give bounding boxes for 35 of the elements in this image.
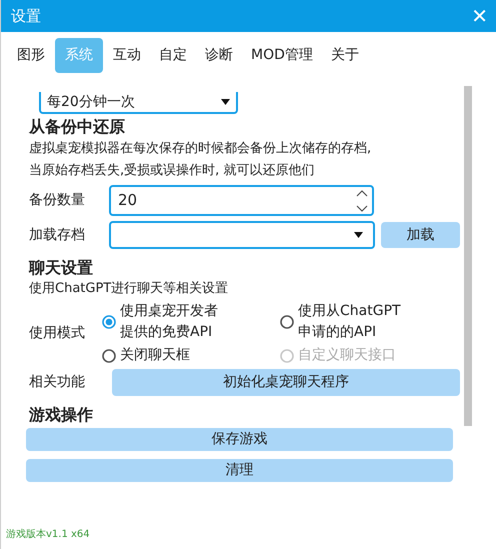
field-label: 相关功能 [29, 373, 86, 392]
caret-icon [221, 99, 230, 105]
game-button[interactable]: 保存游戏 [26, 428, 453, 451]
radio-label: 自定义聊天接口 [298, 346, 396, 365]
scrollbar[interactable] [464, 86, 472, 426]
radio-label: 使用从ChatGPT申请的的API [298, 302, 402, 342]
section-heading: 游戏操作 [29, 404, 94, 426]
tab[interactable]: 关于 [322, 38, 367, 72]
radio-button[interactable] [102, 348, 116, 362]
spinner-icon[interactable] [356, 188, 368, 212]
tab[interactable]: 互动 [105, 38, 149, 72]
section-description: 虚拟桌宠模拟器在每次保存的时候都会备份上次储存的存档, 当原始存档丢失,受损或误操作时, 就可以还原他们 [29, 140, 372, 180]
caret-icon [354, 232, 363, 238]
save-dropdown[interactable] [109, 221, 375, 249]
section-heading: 聊天设置 [29, 257, 94, 279]
radio-label: 关闭聊天框 [120, 346, 190, 365]
interval-dropdown[interactable]: 每20分钟一次 [39, 92, 238, 114]
section-heading: 从备份中还原 [29, 116, 126, 138]
load-button[interactable]: 加载 [381, 222, 460, 248]
tab[interactable]: MOD管理 [243, 38, 321, 72]
tab[interactable]: 图形 [9, 38, 53, 72]
tab[interactable]: 自定 [151, 38, 195, 72]
backup-count-field[interactable]: 20 [109, 185, 374, 216]
version-label: 游戏版本v1.1 x64 [6, 528, 90, 542]
radio-button[interactable] [102, 315, 116, 329]
field-label: 备份数量 [29, 191, 86, 210]
radio-button[interactable] [280, 315, 294, 329]
radio-label: 使用桌宠开发者提供的免费API [120, 302, 219, 342]
init-chat-button[interactable]: 初始化桌宠聊天程序 [112, 369, 460, 396]
tab[interactable]: 诊断 [197, 38, 241, 72]
window-title: 设置 [11, 6, 41, 27]
section-description: 使用ChatGPT进行聊天等相关设置 [29, 280, 230, 298]
field-label: 加载存档 [29, 226, 86, 244]
field-label: 使用模式 [29, 324, 86, 343]
game-button[interactable]: 清理 [26, 459, 453, 482]
